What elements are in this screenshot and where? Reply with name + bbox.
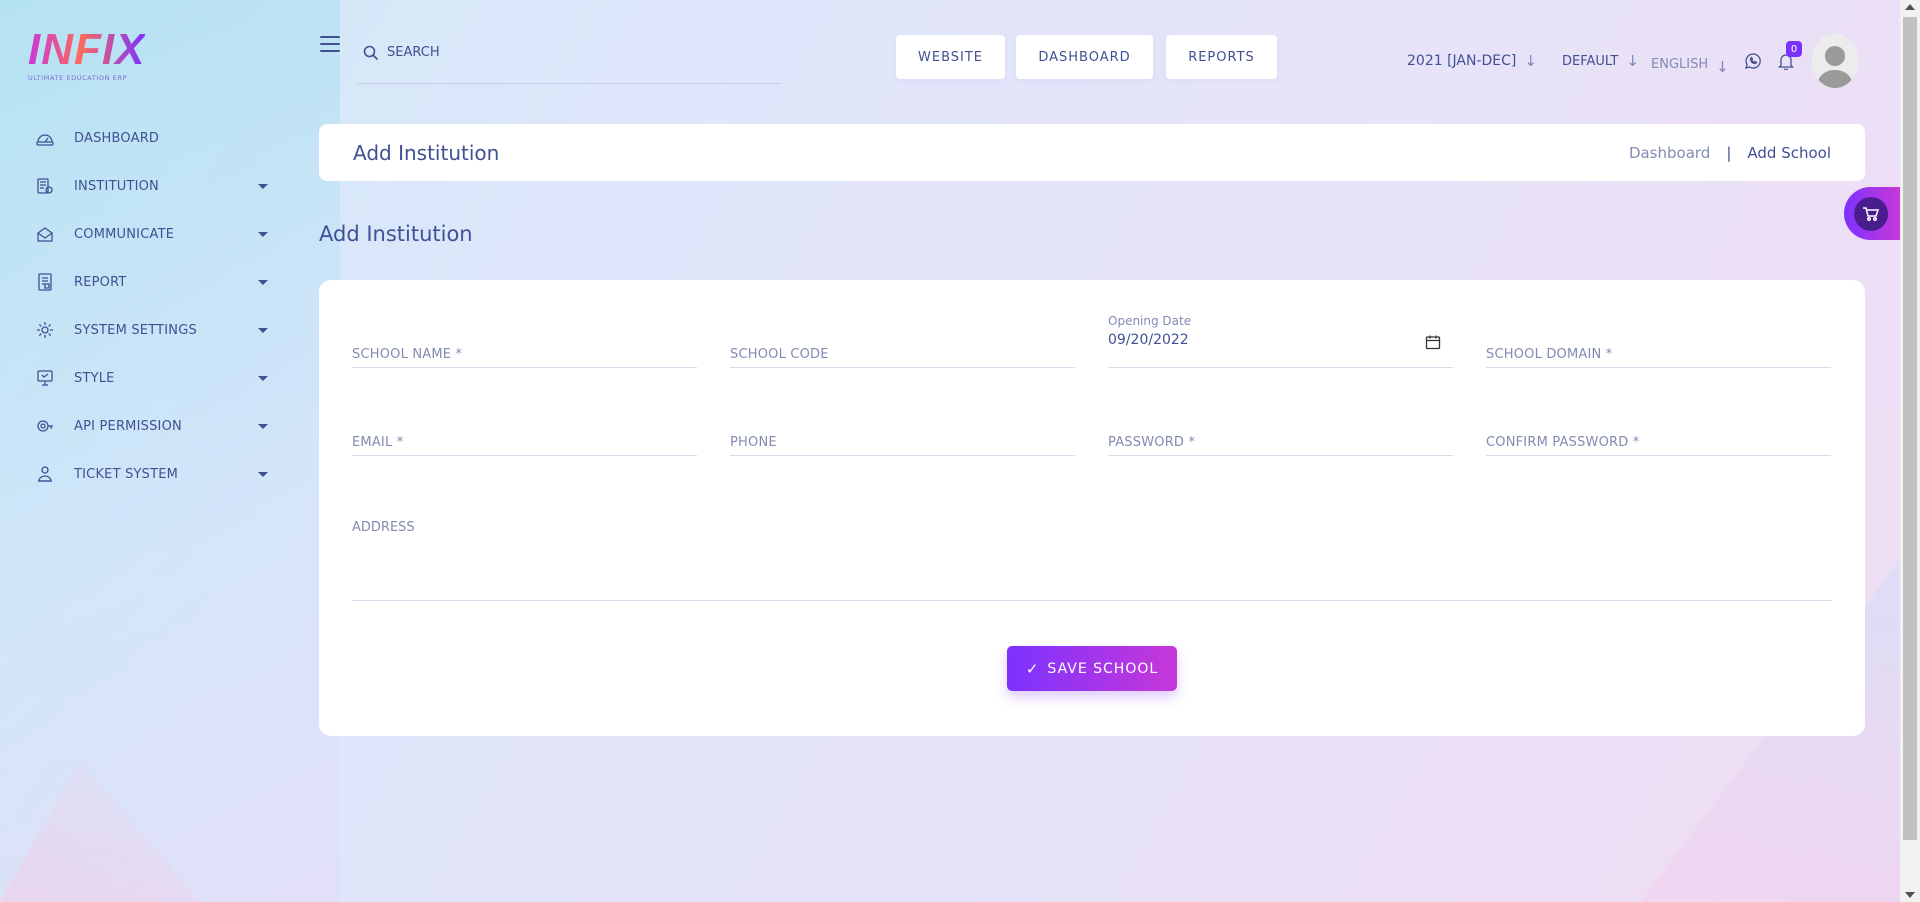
- breadcrumb-dashboard-link[interactable]: Dashboard: [1629, 144, 1710, 162]
- sidebar-item-ticket-system[interactable]: TICKET SYSTEM: [34, 450, 274, 498]
- vertical-scrollbar[interactable]: [1900, 0, 1920, 902]
- floating-cart-button[interactable]: [1844, 187, 1900, 240]
- page-title: Add Institution: [353, 140, 500, 165]
- confirm-password-field[interactable]: CONFIRM PASSWORD *: [1486, 400, 1831, 456]
- phone-field[interactable]: PHONE: [730, 400, 1075, 456]
- sidebar-item-style[interactable]: STYLE: [34, 354, 274, 402]
- school-code-field[interactable]: SCHOOL CODE: [730, 312, 1075, 368]
- avatar[interactable]: [1812, 34, 1858, 88]
- password-label: PASSWORD *: [1108, 435, 1196, 450]
- arrow-down-icon: ↓: [1716, 58, 1729, 76]
- academic-year-value: 2021 [JAN-DEC]: [1407, 53, 1517, 69]
- email-field[interactable]: EMAIL *: [352, 400, 697, 456]
- password-field[interactable]: PASSWORD *: [1108, 400, 1453, 456]
- breadcrumb: Dashboard | Add School: [1629, 144, 1831, 162]
- sidebar-item-dashboard[interactable]: DASHBOARD: [34, 114, 274, 162]
- phone-label: PHONE: [730, 435, 777, 450]
- sidebar-item-label: SYSTEM SETTINGS: [74, 322, 197, 338]
- section-title: Add Institution: [319, 222, 473, 246]
- caret-down-icon: [258, 375, 268, 381]
- arrow-down-icon: ↓: [1626, 52, 1639, 70]
- scroll-up-icon[interactable]: [1905, 4, 1915, 10]
- arrow-down-icon: ↓: [1524, 52, 1537, 70]
- add-institution-form: SCHOOL NAME * SCHOOL CODE Opening Date 0…: [319, 280, 1865, 736]
- sidebar-item-institution[interactable]: INSTITUTION: [34, 162, 274, 210]
- dashboard-icon: [34, 127, 56, 149]
- opening-date-value: 09/20/2022: [1108, 332, 1189, 348]
- address-label: ADDRESS: [352, 520, 415, 535]
- theme-value: DEFAULT: [1562, 53, 1619, 69]
- caret-down-icon: [258, 183, 268, 189]
- sidebar-item-system-settings[interactable]: SYSTEM SETTINGS: [34, 306, 274, 354]
- confirm-password-label: CONFIRM PASSWORD *: [1486, 435, 1640, 450]
- school-name-field[interactable]: SCHOOL NAME *: [352, 312, 697, 368]
- settings-icon: [34, 319, 56, 341]
- calendar-icon[interactable]: [1425, 334, 1441, 350]
- page-header-card: Add Institution Dashboard | Add School: [319, 124, 1865, 181]
- sidebar-item-api-permission[interactable]: API PERMISSION: [34, 402, 274, 450]
- caret-down-icon: [258, 471, 268, 477]
- sidebar-item-label: INSTITUTION: [74, 178, 159, 194]
- institution-icon: [34, 175, 56, 197]
- language-select[interactable]: ENGLISH ↓: [1651, 52, 1729, 77]
- reports-button[interactable]: REPORTS: [1166, 35, 1277, 79]
- caret-down-icon: [258, 327, 268, 333]
- menu-toggle-icon[interactable]: [320, 36, 340, 52]
- theme-select[interactable]: DEFAULT ↓: [1562, 52, 1639, 70]
- scroll-down-icon[interactable]: [1905, 892, 1915, 898]
- email-label: EMAIL *: [352, 435, 404, 450]
- ticket-icon: [34, 463, 56, 485]
- sidebar-item-label: COMMUNICATE: [74, 226, 175, 242]
- breadcrumb-separator: |: [1726, 143, 1732, 162]
- sidebar-item-label: REPORT: [74, 274, 127, 290]
- website-button[interactable]: WEBSITE: [896, 35, 1005, 79]
- logo-text: INFIX: [28, 25, 146, 74]
- check-icon: ✓: [1025, 659, 1040, 678]
- save-school-label: SAVE SCHOOL: [1047, 660, 1159, 677]
- search-input[interactable]: [387, 45, 767, 60]
- school-code-label: SCHOOL CODE: [730, 347, 829, 362]
- sidebar-item-label: API PERMISSION: [74, 418, 182, 434]
- school-domain-field[interactable]: SCHOOL DOMAIN *: [1486, 312, 1831, 368]
- logo-tagline: ULTIMATE EDUCATION ERP: [28, 74, 128, 82]
- opening-date-label: Opening Date: [1108, 314, 1192, 328]
- report-icon: [34, 271, 56, 293]
- sidebar-item-label: TICKET SYSTEM: [74, 466, 179, 482]
- dashboard-button[interactable]: DASHBOARD: [1016, 35, 1153, 79]
- style-icon: [34, 367, 56, 389]
- sidebar-item-label: DASHBOARD: [74, 130, 160, 146]
- school-domain-label: SCHOOL DOMAIN *: [1486, 347, 1613, 362]
- whatsapp-icon[interactable]: [1744, 52, 1762, 74]
- sidebar-item-report[interactable]: REPORT: [34, 258, 274, 306]
- caret-down-icon: [258, 231, 268, 237]
- cart-icon: [1854, 196, 1888, 231]
- academic-year-select[interactable]: 2021 [JAN-DEC] ↓: [1407, 52, 1537, 70]
- notification-badge: 0: [1786, 41, 1802, 57]
- opening-date-field[interactable]: Opening Date 09/20/2022: [1108, 312, 1453, 368]
- save-school-button[interactable]: ✓ SAVE SCHOOL: [1007, 646, 1177, 691]
- language-value: ENGLISH: [1651, 56, 1709, 72]
- sidebar-item-label: STYLE: [74, 370, 115, 386]
- scrollbar-thumb[interactable]: [1903, 17, 1917, 840]
- address-field[interactable]: ADDRESS: [352, 520, 1832, 601]
- api-icon: [34, 415, 56, 437]
- sidebar-nav: DASHBOARD INSTITUTION COMMUNICATE REPORT…: [34, 114, 274, 498]
- search-bar: [357, 36, 781, 84]
- search-icon: [363, 45, 379, 61]
- school-name-label: SCHOOL NAME *: [352, 347, 463, 362]
- brand-logo[interactable]: INFIX ULTIMATE EDUCATION ERP: [28, 25, 146, 83]
- caret-down-icon: [258, 279, 268, 285]
- caret-down-icon: [258, 423, 268, 429]
- breadcrumb-current[interactable]: Add School: [1747, 144, 1831, 162]
- communicate-icon: [34, 223, 56, 245]
- sidebar-item-communicate[interactable]: COMMUNICATE: [34, 210, 274, 258]
